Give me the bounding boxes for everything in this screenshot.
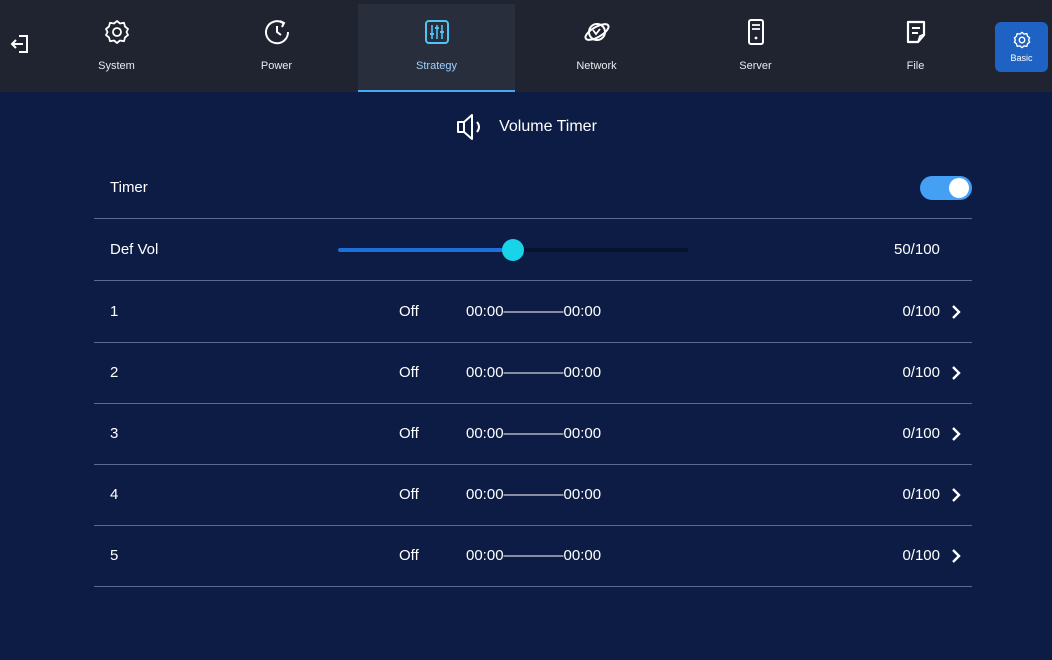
equalizer-icon [423, 18, 451, 46]
schedule-row[interactable]: 5 Off 00:00————00:00 0/100 [94, 525, 972, 587]
tab-network[interactable]: Network [518, 4, 675, 92]
schedule-row[interactable]: 1 Off 00:00————00:00 0/100 [94, 281, 972, 343]
schedule-row[interactable]: 3 Off 00:00————00:00 0/100 [94, 403, 972, 465]
tab-file[interactable]: File [837, 4, 994, 92]
schedule-index: 4 [110, 486, 119, 503]
basic-label: Basic [1010, 53, 1033, 63]
tab-power[interactable]: Power [198, 4, 355, 92]
chevron-right-icon [952, 427, 961, 441]
power-timer-icon [263, 18, 291, 46]
section-title: Volume Timer [0, 112, 1052, 142]
timer-row: Timer [94, 157, 972, 219]
tab-label: Server [739, 60, 772, 72]
volume-slider[interactable] [338, 239, 688, 261]
timer-label: Timer [110, 179, 148, 196]
def-vol-row: Def Vol 50/100 [94, 219, 972, 281]
schedule-volume: 0/100 [902, 547, 940, 564]
chevron-right-icon [952, 305, 961, 319]
schedule-time: 00:00————00:00 [466, 303, 602, 320]
schedule-row[interactable]: 4 Off 00:00————00:00 0/100 [94, 464, 972, 526]
schedule-state: Off [399, 364, 419, 381]
speaker-icon [457, 114, 481, 140]
tab-strategy[interactable]: Strategy [358, 4, 515, 92]
def-vol-value: 50/100 [894, 241, 940, 258]
volume-slider-thumb[interactable] [502, 239, 524, 261]
basic-button[interactable]: Basic [995, 22, 1048, 72]
volume-slider-fill [338, 248, 513, 252]
tab-label: Strategy [416, 60, 457, 72]
schedule-state: Off [399, 486, 419, 503]
exit-icon [10, 35, 28, 53]
schedule-index: 3 [110, 425, 119, 442]
schedule-time: 00:00————00:00 [466, 486, 602, 503]
def-vol-label: Def Vol [110, 241, 159, 258]
chevron-right-icon [952, 366, 961, 380]
schedule-index: 2 [110, 364, 119, 381]
tab-label: File [906, 60, 925, 72]
schedule-row[interactable]: 2 Off 00:00————00:00 0/100 [94, 342, 972, 404]
chevron-right-icon [952, 488, 961, 502]
tab-label: Power [260, 60, 293, 72]
exit-button[interactable] [8, 30, 32, 58]
timer-toggle[interactable] [920, 176, 972, 200]
globe-icon [583, 18, 611, 46]
schedule-volume: 0/100 [902, 425, 940, 442]
chevron-right-icon [952, 549, 961, 563]
schedule-state: Off [399, 547, 419, 564]
tab-server[interactable]: Server [677, 4, 834, 92]
schedule-time: 00:00————00:00 [466, 425, 602, 442]
schedule-state: Off [399, 303, 419, 320]
file-icon [902, 18, 930, 46]
schedule-volume: 0/100 [902, 364, 940, 381]
schedule-state: Off [399, 425, 419, 442]
tab-label: Network [576, 60, 617, 72]
gear-icon [1013, 31, 1030, 49]
tab-label: System [98, 60, 135, 72]
schedule-volume: 0/100 [902, 303, 940, 320]
gear-icon [103, 18, 131, 46]
toggle-knob [949, 178, 969, 198]
page-title: Volume Timer [499, 118, 597, 135]
server-icon [742, 18, 770, 46]
schedule-index: 1 [110, 303, 119, 320]
schedule-index: 5 [110, 547, 119, 564]
schedule-volume: 0/100 [902, 486, 940, 503]
top-nav-bar: System Power Strategy Network Server Fil… [0, 0, 1052, 92]
schedule-time: 00:00————00:00 [466, 547, 602, 564]
schedule-time: 00:00————00:00 [466, 364, 602, 381]
tab-system[interactable]: System [38, 4, 195, 92]
